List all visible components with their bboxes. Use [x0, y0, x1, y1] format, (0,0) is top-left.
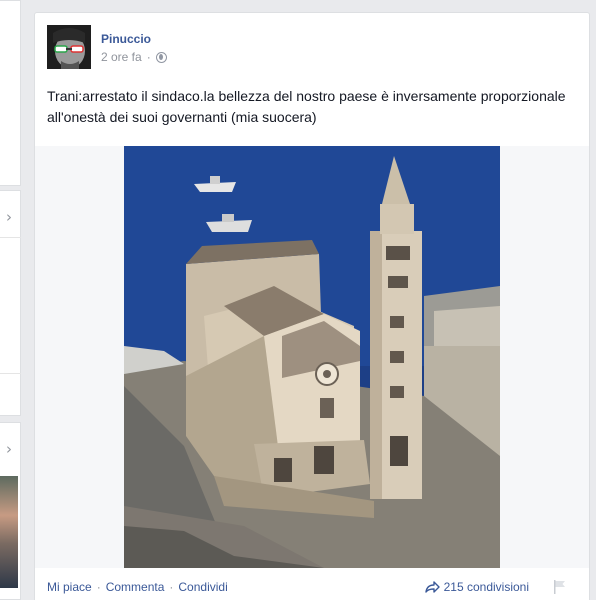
avatar-image: [47, 25, 91, 69]
left-column: › ›: [0, 0, 22, 600]
avatar[interactable]: [47, 25, 91, 69]
share-link[interactable]: Condividi: [178, 580, 227, 594]
share-arrow-icon: [424, 581, 440, 593]
post-actions: Mi piace · Commenta · Condividi: [47, 580, 228, 594]
timestamp[interactable]: 2 ore fa: [101, 50, 142, 64]
like-link[interactable]: Mi piace: [47, 580, 92, 594]
separator: ·: [169, 580, 174, 594]
comment-link[interactable]: Commenta: [106, 580, 165, 594]
chevron-right-icon[interactable]: ›: [1, 209, 17, 225]
post-text: Trani:arrestato il sindaco.la bellezza d…: [47, 88, 566, 125]
post-card: Pinuccio 2 ore fa · Trani:arrestato il s…: [34, 12, 590, 600]
flag-icon[interactable]: [553, 579, 567, 595]
photo-container[interactable]: [35, 146, 589, 568]
left-card-middle: ›: [0, 190, 21, 416]
left-card-top: [0, 0, 21, 186]
friend-photo-thumbnail[interactable]: [0, 476, 18, 588]
author-name[interactable]: Pinuccio: [101, 32, 151, 46]
divider: [0, 237, 21, 238]
divider: [0, 373, 21, 374]
separator: ·: [146, 50, 151, 64]
chevron-right-icon[interactable]: ›: [1, 441, 17, 457]
post-photo[interactable]: [124, 146, 500, 568]
share-count-label: 215 condivisioni: [443, 580, 529, 594]
post-meta: 2 ore fa ·: [101, 50, 167, 64]
share-count[interactable]: 215 condivisioni: [424, 580, 529, 594]
separator: ·: [96, 580, 101, 594]
globe-icon[interactable]: [155, 51, 167, 63]
